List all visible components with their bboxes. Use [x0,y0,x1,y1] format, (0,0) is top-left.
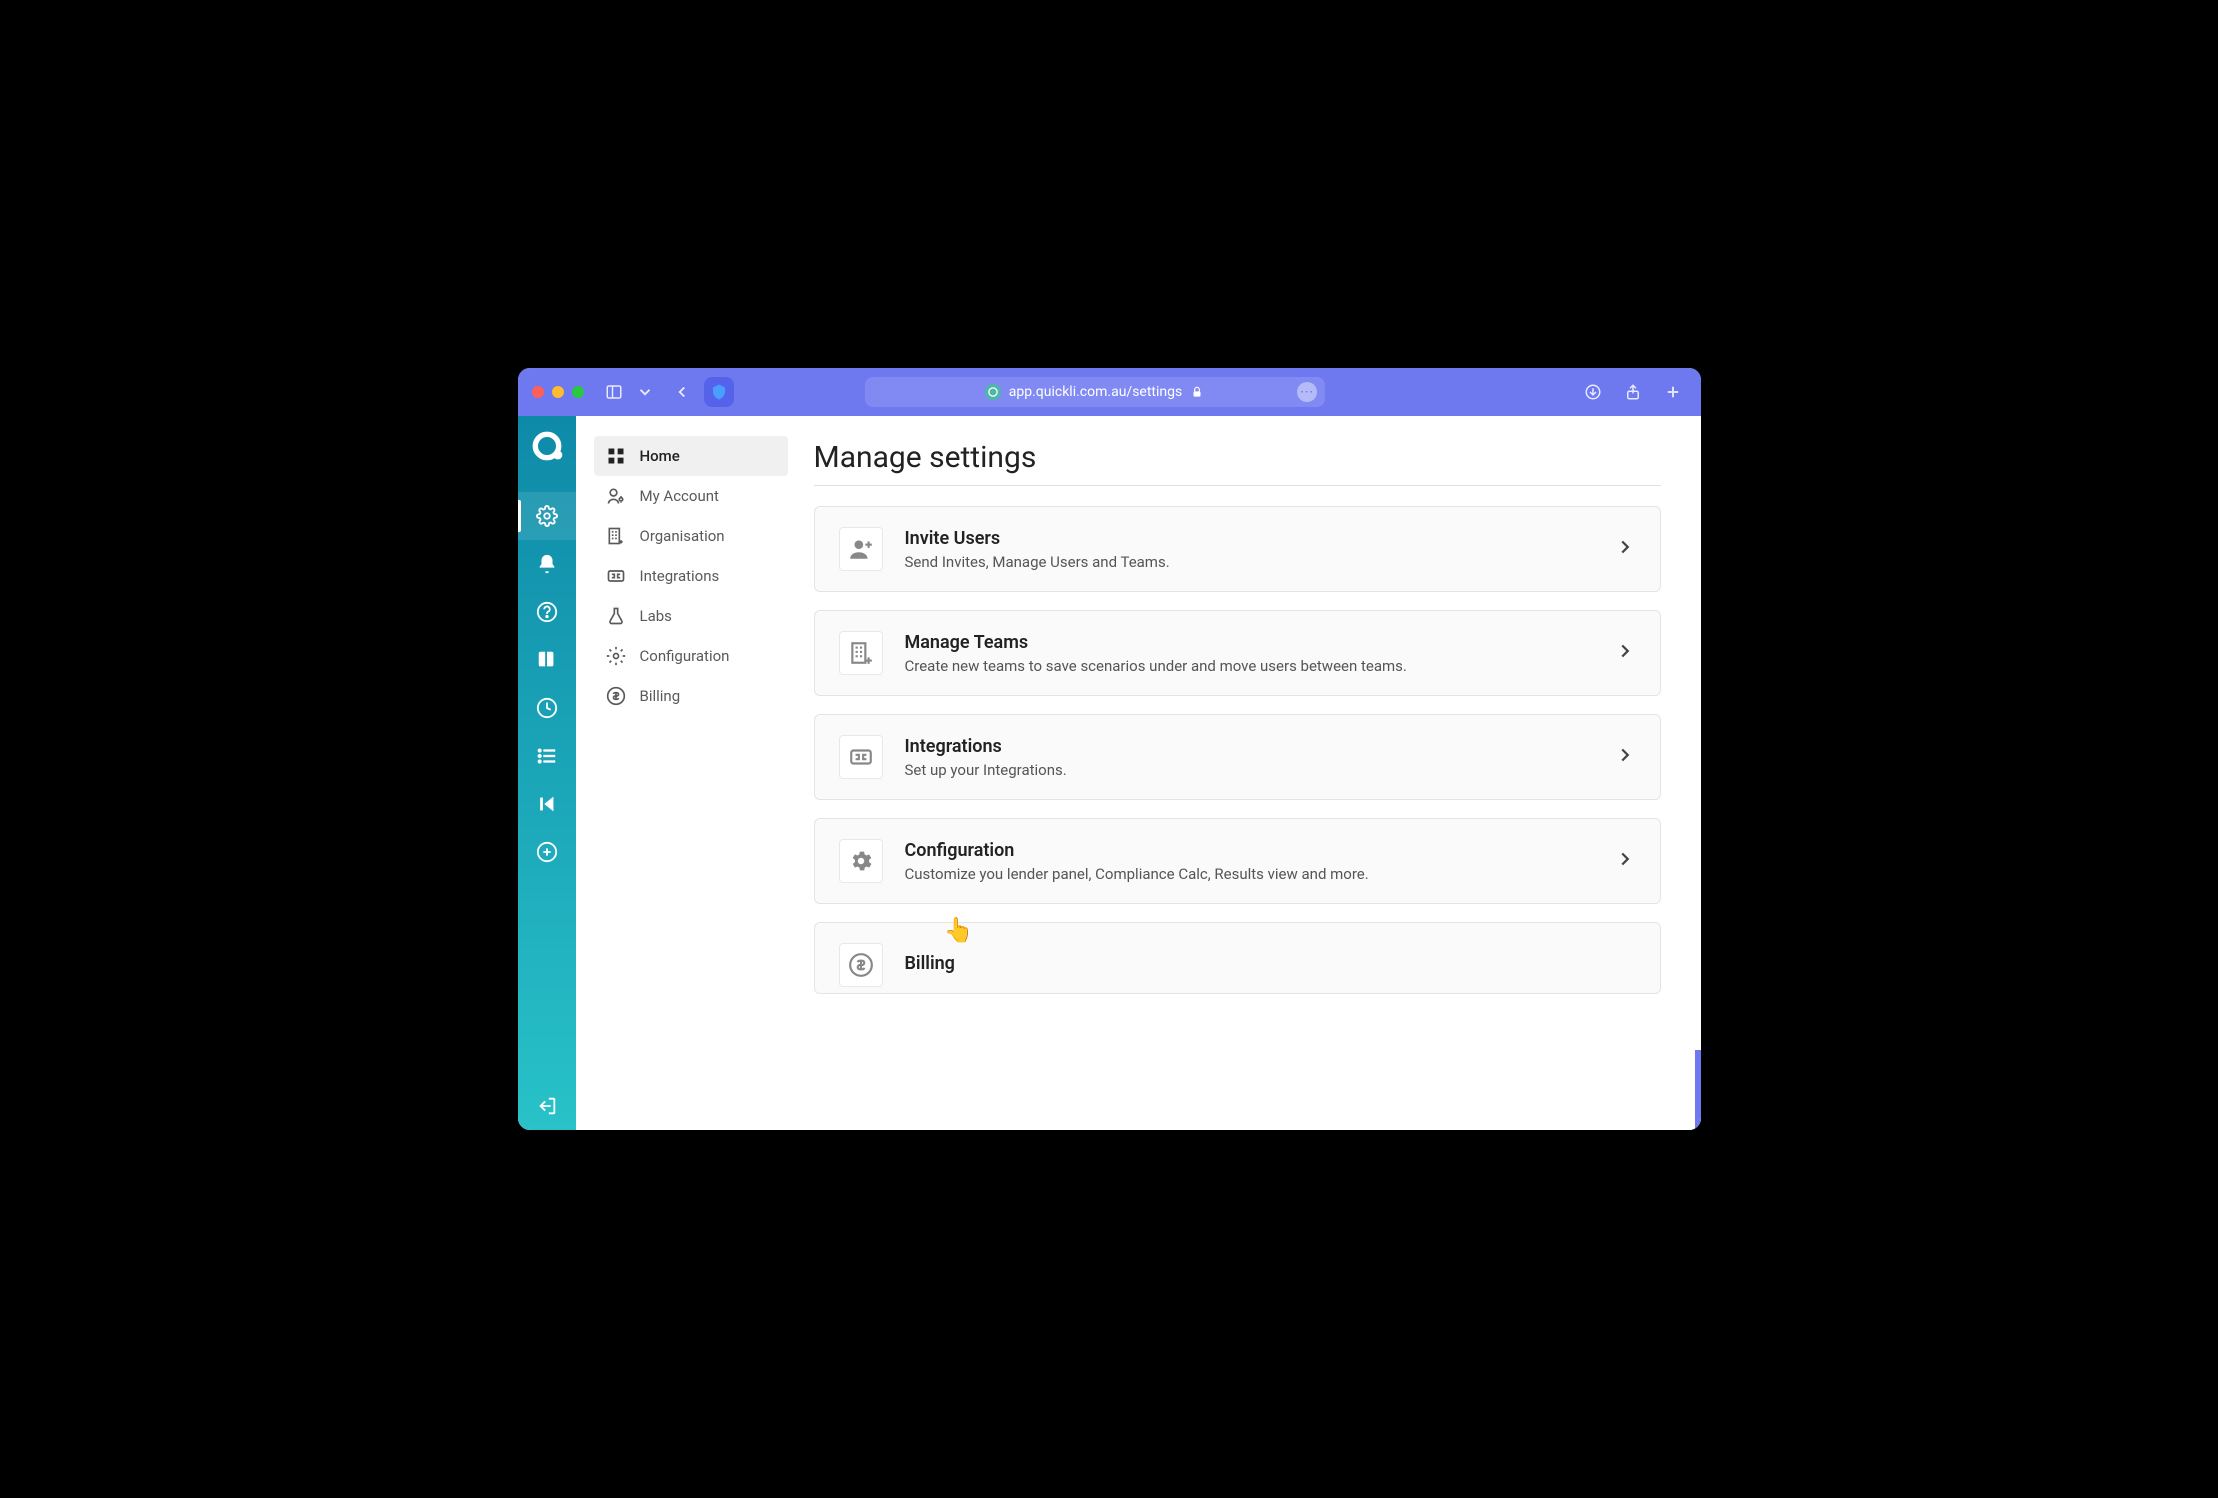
app-content: Home My Account Organisation Integration… [518,416,1701,1130]
card-title: Integrations [905,736,1592,757]
subnav-labs[interactable]: Labs [594,596,788,636]
app-sidebar [518,416,576,1130]
address-bar[interactable]: app.quickli.com.au/settings ⋯ [865,377,1325,407]
gear-icon [606,646,626,666]
sidebar-settings-icon[interactable] [518,492,576,540]
billing-card-icon [839,943,883,987]
card-title: Configuration [905,840,1592,861]
card-desc: Customize you lender panel, Compliance C… [905,865,1592,883]
chevron-right-icon [1614,640,1636,666]
sidebar-skip-back-icon[interactable] [518,780,576,828]
titlebar: app.quickli.com.au/settings ⋯ [518,368,1701,416]
card-title: Manage Teams [905,632,1592,653]
card-billing[interactable]: Billing [814,922,1661,994]
manage-teams-icon [839,631,883,675]
maximize-window-button[interactable] [572,386,584,398]
downloads-button[interactable] [1579,378,1607,406]
accent-edge [1695,1050,1701,1130]
title-divider [814,485,1661,486]
main-area: Home My Account Organisation Integration… [576,416,1701,1130]
address-more-button[interactable]: ⋯ [1297,382,1317,402]
dollar-icon [606,686,626,706]
integrations-card-icon [839,735,883,779]
subnav-label: Labs [640,607,672,625]
card-invite-users[interactable]: Invite Users Send Invites, Manage Users … [814,506,1661,592]
settings-subnav: Home My Account Organisation Integration… [576,416,806,1130]
subnav-home[interactable]: Home [594,436,788,476]
card-desc: Send Invites, Manage Users and Teams. [905,553,1592,571]
configuration-card-icon [839,839,883,883]
chevron-right-icon [1614,744,1636,770]
privacy-shield-button[interactable] [704,377,734,407]
card-title: Billing [905,953,1636,974]
flask-icon [606,606,626,626]
card-desc: Set up your Integrations. [905,761,1592,779]
card-desc: Create new teams to save scenarios under… [905,657,1592,675]
window-controls [532,386,584,398]
new-tab-button[interactable] [1659,378,1687,406]
subnav-my-account[interactable]: My Account [594,476,788,516]
chevron-right-icon [1614,536,1636,562]
settings-page: Manage settings Invite Users Send Invite… [806,416,1701,1130]
chevron-right-icon [1614,848,1636,874]
sidebar-toggle-button[interactable] [600,378,628,406]
browser-window: app.quickli.com.au/settings ⋯ [518,368,1701,1130]
card-title: Invite Users [905,528,1592,549]
integrations-icon [606,566,626,586]
app-logo[interactable] [529,428,565,464]
sidebar-logout-icon[interactable] [518,1082,576,1130]
tab-group-dropdown[interactable] [636,378,654,406]
subnav-label: Configuration [640,647,730,665]
minimize-window-button[interactable] [552,386,564,398]
subnav-label: Home [640,447,680,465]
sidebar-list-icon[interactable] [518,732,576,780]
close-window-button[interactable] [532,386,544,398]
subnav-billing[interactable]: Billing [594,676,788,716]
subnav-configuration[interactable]: Configuration [594,636,788,676]
back-button[interactable] [668,378,696,406]
building-icon [606,526,626,546]
sidebar-notifications-icon[interactable] [518,540,576,588]
sidebar-add-icon[interactable] [518,828,576,876]
card-integrations[interactable]: Integrations Set up your Integrations. [814,714,1661,800]
subnav-label: Billing [640,687,681,705]
person-gear-icon [606,486,626,506]
subnav-organisation[interactable]: Organisation [594,516,788,556]
invite-users-icon [839,527,883,571]
sidebar-history-icon[interactable] [518,684,576,732]
subnav-label: My Account [640,487,719,505]
dashboard-icon [606,446,626,466]
url-text: app.quickli.com.au/settings [1009,384,1182,400]
card-manage-teams[interactable]: Manage Teams Create new teams to save sc… [814,610,1661,696]
subnav-integrations[interactable]: Integrations [594,556,788,596]
share-button[interactable] [1619,378,1647,406]
subnav-label: Integrations [640,567,720,585]
subnav-label: Organisation [640,527,725,545]
lock-icon [1190,385,1204,399]
site-favicon-icon [985,384,1001,400]
sidebar-help-icon[interactable] [518,588,576,636]
sidebar-book-icon[interactable] [518,636,576,684]
card-configuration[interactable]: Configuration Customize you lender panel… [814,818,1661,904]
page-title: Manage settings [814,440,1661,475]
